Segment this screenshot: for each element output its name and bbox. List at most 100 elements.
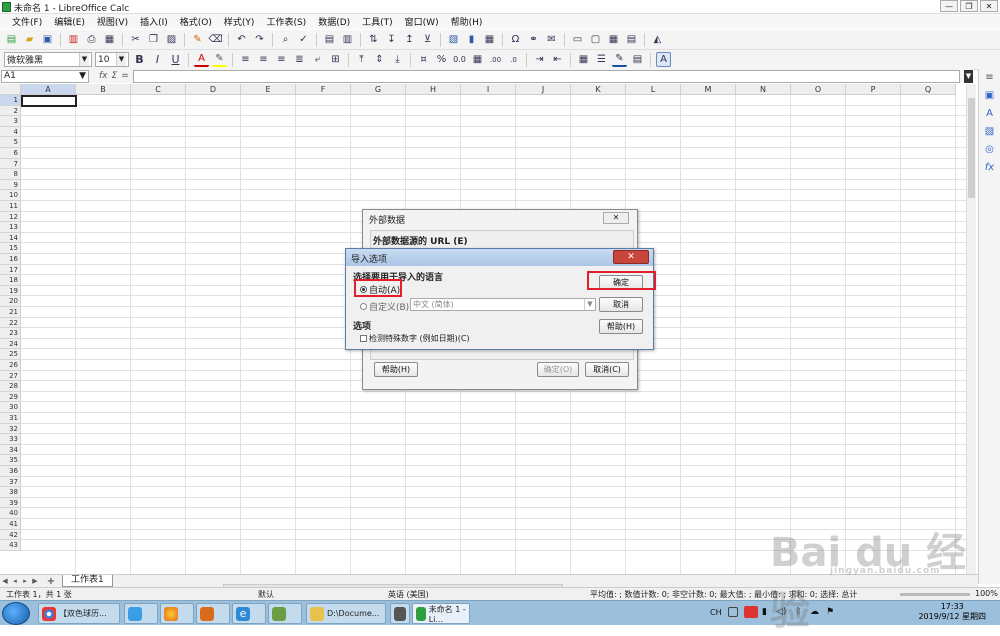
selected-cell-a1[interactable]	[21, 95, 77, 107]
detect-special-checkbox[interactable]: 检测特殊数字 (例如日期)(C)	[360, 333, 470, 344]
row-header[interactable]: 27	[0, 370, 21, 382]
row-header[interactable]: 23	[0, 328, 21, 339]
cloud-icon[interactable]: ☁	[810, 607, 819, 617]
split-window-icon[interactable]: ▤	[624, 32, 639, 47]
chevron-down-icon[interactable]: ▼	[116, 53, 126, 66]
taskbar-sublime[interactable]	[390, 603, 410, 624]
menu-tools[interactable]: 工具(T)	[356, 15, 399, 28]
styles-icon[interactable]: A	[983, 108, 997, 121]
row-header[interactable]: 22	[0, 317, 21, 329]
row-header[interactable]: 14	[0, 232, 21, 244]
row-header[interactable]: 37	[0, 476, 21, 488]
save-icon[interactable]: ▣	[40, 32, 55, 47]
properties-icon[interactable]: ▣	[983, 90, 997, 103]
row-header[interactable]: 5	[0, 137, 21, 148]
column-header[interactable]: M	[681, 84, 736, 95]
sort-ascending-icon[interactable]: ↧	[384, 32, 399, 47]
radio-unselected-icon[interactable]	[360, 303, 367, 310]
align-left-icon[interactable]: ≡	[238, 52, 253, 67]
start-button[interactable]	[2, 602, 30, 625]
decrease-indent-icon[interactable]: ⇤	[550, 52, 565, 67]
borders-icon[interactable]: ▦	[576, 52, 591, 67]
print-icon[interactable]: ⎙	[84, 32, 99, 47]
row-header[interactable]: 40	[0, 508, 21, 519]
menu-styles[interactable]: 样式(Y)	[218, 15, 261, 28]
row-header[interactable]: 15	[0, 243, 21, 254]
row-header[interactable]: 19	[0, 285, 21, 297]
network-icon[interactable]: ▮	[762, 607, 767, 617]
print-preview-icon[interactable]: ▦	[102, 32, 117, 47]
row-header[interactable]: 43	[0, 540, 21, 551]
row-header[interactable]: 4	[0, 126, 21, 138]
navigator-icon[interactable]: ◎	[983, 144, 997, 157]
keyboard-icon[interactable]	[728, 607, 738, 617]
row-header[interactable]: 24	[0, 338, 21, 350]
border-color-icon[interactable]: ✎	[612, 52, 627, 67]
hyperlink-icon[interactable]: ⚭	[526, 32, 541, 47]
taskbar-matlab[interactable]	[196, 603, 230, 624]
paste-icon[interactable]: ▨	[164, 32, 179, 47]
row-header[interactable]: 38	[0, 487, 21, 498]
row-header[interactable]: 29	[0, 391, 21, 403]
row-header[interactable]: 7	[0, 158, 21, 170]
column-header[interactable]: D	[186, 84, 241, 95]
scroll-thumb[interactable]	[968, 98, 975, 198]
menu-sheet[interactable]: 工作表(S)	[260, 15, 312, 28]
row-header[interactable]: 1	[0, 95, 21, 106]
zoom-slider[interactable]	[900, 593, 970, 596]
align-top-icon[interactable]: ⤒	[354, 52, 369, 67]
column-header[interactable]: O	[791, 84, 846, 95]
copy-icon[interactable]: ❐	[146, 32, 161, 47]
undo-icon[interactable]: ↶	[234, 32, 249, 47]
prev-sheet-icon[interactable]: ◂	[10, 577, 20, 585]
column-header[interactable]: E	[241, 84, 296, 95]
checkbox-icon[interactable]	[360, 335, 367, 342]
external-ok-button[interactable]: 确定(O)	[537, 362, 579, 377]
formula-equals-icon[interactable]: =	[121, 71, 129, 81]
row-header[interactable]: 33	[0, 434, 21, 445]
bold-button[interactable]: B	[132, 52, 147, 67]
comment-icon[interactable]: ✉	[544, 32, 559, 47]
column-header[interactable]: Q	[901, 84, 956, 95]
name-box[interactable]: A1 ▼	[1, 69, 89, 83]
row-header[interactable]: 2	[0, 105, 21, 117]
column-header[interactable]: C	[131, 84, 186, 95]
row-header[interactable]: 36	[0, 466, 21, 477]
column-header[interactable]: G	[351, 84, 406, 95]
row-header[interactable]: 20	[0, 296, 21, 307]
close-icon[interactable]: ✕	[603, 212, 629, 224]
wrap-text-icon[interactable]: ⤶	[310, 52, 325, 67]
column-header[interactable]: B	[76, 84, 131, 95]
row-header[interactable]: 41	[0, 519, 21, 530]
clone-formatting-icon[interactable]: ✎	[190, 32, 205, 47]
row-header[interactable]: 10	[0, 190, 21, 201]
row-header[interactable]: 42	[0, 529, 21, 541]
custom-radio[interactable]: 自定义(B):	[360, 300, 412, 313]
row-header[interactable]: 18	[0, 275, 21, 286]
taskbar-baidu-netdisk[interactable]	[124, 603, 158, 624]
clear-formatting-icon[interactable]: ⌫	[208, 32, 223, 47]
row-header[interactable]: 13	[0, 222, 21, 233]
date-format-icon[interactable]: ▦	[470, 52, 485, 67]
chevron-down-icon[interactable]: ▼	[584, 299, 595, 310]
row-header[interactable]: 30	[0, 402, 21, 413]
row-header[interactable]: 28	[0, 381, 21, 392]
expand-formula-icon[interactable]: ▼	[964, 69, 973, 83]
row-icon[interactable]: ▤	[322, 32, 337, 47]
chevron-down-icon[interactable]: ▼	[77, 70, 88, 82]
column-header[interactable]: P	[846, 84, 901, 95]
row-header[interactable]: 9	[0, 179, 21, 191]
font-size-combo[interactable]: 10 ▼	[95, 52, 129, 67]
add-sheet-button[interactable]: +	[46, 576, 56, 587]
last-sheet-icon[interactable]: ▶	[30, 577, 40, 585]
external-cancel-button[interactable]: 取消(C)	[585, 362, 629, 377]
close-button[interactable]: ✕	[980, 0, 998, 12]
justify-icon[interactable]: ≣	[292, 52, 307, 67]
input-language[interactable]: CH	[710, 608, 722, 617]
taskbar-app[interactable]	[268, 603, 302, 624]
menu-help[interactable]: 帮助(H)	[445, 15, 489, 28]
row-header[interactable]: 11	[0, 201, 21, 212]
row-header[interactable]: 31	[0, 413, 21, 424]
decimal-format-button[interactable]: 0.0	[452, 52, 467, 67]
border-style-icon[interactable]: ☰	[594, 52, 609, 67]
